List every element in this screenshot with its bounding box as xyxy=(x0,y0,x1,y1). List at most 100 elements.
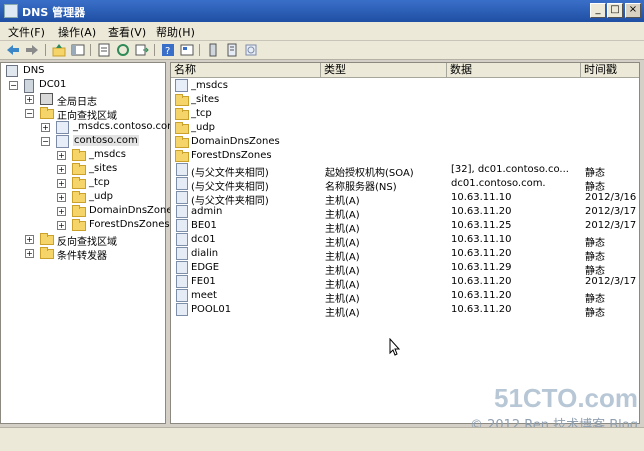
list-row[interactable]: dc01 主机(A) 10.63.11.10 静态 xyxy=(171,233,639,249)
expand-icon[interactable]: + xyxy=(57,221,66,230)
list-row[interactable]: EDGE 主机(A) 10.63.11.29 静态 xyxy=(171,261,639,277)
expand-icon[interactable]: + xyxy=(57,193,66,202)
forward-icon[interactable] xyxy=(24,42,40,58)
expand-icon[interactable]: + xyxy=(25,95,34,104)
list-row[interactable]: (与父文件夹相同) 主机(A) 10.63.11.10 2012/3/16 : xyxy=(171,191,639,207)
toolbar: ? xyxy=(0,41,644,60)
expand-icon[interactable]: + xyxy=(25,235,34,244)
list-row[interactable]: (与父文件夹相同) 名称服务器(NS) dc01.contoso.com. 静态 xyxy=(171,177,639,193)
folder-icon xyxy=(175,150,189,162)
folder-icon xyxy=(175,122,189,134)
list-row[interactable]: _sites xyxy=(171,93,639,107)
cell-name: _udp xyxy=(191,122,216,133)
tree-label: DomainDnsZones xyxy=(89,205,178,216)
list-icon[interactable] xyxy=(224,42,240,58)
server-icon[interactable] xyxy=(205,42,221,58)
back-icon[interactable] xyxy=(5,42,21,58)
menu-help[interactable]: 帮助(H) xyxy=(156,24,195,40)
expand-icon[interactable]: + xyxy=(57,165,66,174)
cell-timestamp: 静态 xyxy=(585,308,605,319)
folder-icon xyxy=(72,177,86,189)
minimize-button[interactable]: _ xyxy=(590,3,606,18)
folder-icon xyxy=(175,136,189,148)
menu-bar: 文件(F) 操作(A) 查看(V) 帮助(H) xyxy=(0,22,644,41)
title-bar: DNS 管理器 _ □ × xyxy=(0,0,644,22)
record-icon xyxy=(176,233,188,246)
list-row[interactable]: BE01 主机(A) 10.63.11.25 2012/3/17 xyxy=(171,219,639,235)
column-header-timestamp[interactable]: 时间戳 xyxy=(581,63,639,78)
status-bar xyxy=(0,427,644,451)
record-icon xyxy=(176,275,188,288)
list-row[interactable]: dialin 主机(A) 10.63.11.20 静态 xyxy=(171,247,639,263)
column-header-name[interactable]: 名称 xyxy=(171,63,321,78)
cell-data: 10.63.11.20 xyxy=(451,290,512,301)
menu-action[interactable]: 操作(A) xyxy=(58,24,96,40)
properties-icon[interactable] xyxy=(96,42,112,58)
help-icon[interactable]: ? xyxy=(160,42,176,58)
refresh-icon[interactable] xyxy=(115,42,131,58)
tree-label: DNS xyxy=(23,65,45,76)
record-icon xyxy=(176,163,188,176)
column-header-data[interactable]: 数据 xyxy=(447,63,581,78)
list-row[interactable]: _udp xyxy=(171,121,639,135)
cell-data: 10.63.11.29 xyxy=(451,262,512,273)
menu-file[interactable]: 文件(F) xyxy=(8,24,45,40)
folder-icon xyxy=(40,107,54,119)
watermark: 51CTO.com © 2012 Ren 技术博客 Blog xyxy=(470,383,638,433)
cell-name: admin xyxy=(191,206,223,217)
cell-name: EDGE xyxy=(191,262,220,273)
folder-icon xyxy=(175,94,189,106)
zone-icon xyxy=(56,135,69,148)
cell-type: 主机(A) xyxy=(325,308,360,319)
maximize-button[interactable]: □ xyxy=(607,3,623,18)
list-row[interactable]: DomainDnsZones xyxy=(171,135,639,149)
cell-name: FE01 xyxy=(191,276,216,287)
expand-icon[interactable]: + xyxy=(41,123,50,132)
cell-data: 10.63.11.25 xyxy=(451,220,512,231)
up-icon[interactable] xyxy=(51,42,67,58)
close-button[interactable]: × xyxy=(625,3,641,18)
list-row[interactable]: admin 主机(A) 10.63.11.20 2012/3/17 xyxy=(171,205,639,221)
toolbar-separator xyxy=(154,44,155,56)
expand-icon[interactable]: + xyxy=(57,151,66,160)
folder-icon xyxy=(72,149,86,161)
tree-label: ForestDnsZones xyxy=(89,219,170,230)
collapse-icon[interactable]: − xyxy=(25,109,34,118)
cell-name: _tcp xyxy=(191,108,212,119)
details-icon[interactable] xyxy=(179,42,195,58)
cell-name: POOL01 xyxy=(191,304,232,315)
cell-name: _msdcs xyxy=(191,80,229,91)
tree-label: DC01 xyxy=(39,79,67,90)
collapse-icon[interactable]: − xyxy=(9,81,18,90)
expand-icon[interactable]: + xyxy=(25,249,34,258)
cell-data: 10.63.11.20 xyxy=(451,248,512,259)
cell-data: [32], dc01.contoso.co... xyxy=(451,164,569,175)
tree-label: 正向查找区域 xyxy=(57,111,117,122)
record-icon xyxy=(176,219,188,232)
list-row[interactable]: (与父文件夹相同) 起始授权机构(SOA) [32], dc01.contoso… xyxy=(171,163,639,179)
list-row[interactable]: _tcp xyxy=(171,107,639,121)
cell-name: BE01 xyxy=(191,220,217,231)
list-row[interactable]: _msdcs xyxy=(171,79,639,93)
column-header-type[interactable]: 类型 xyxy=(321,63,447,78)
export-icon[interactable] xyxy=(134,42,150,58)
collapse-icon[interactable]: − xyxy=(41,137,50,146)
show-tree-icon[interactable] xyxy=(70,42,86,58)
cell-name: ForestDnsZones xyxy=(191,150,272,161)
cell-timestamp: 2012/3/17 xyxy=(585,220,637,231)
cell-data: 10.63.11.20 xyxy=(451,304,512,315)
list-row[interactable]: POOL01 主机(A) 10.63.11.20 静态 xyxy=(171,303,639,319)
list-row[interactable]: meet 主机(A) 10.63.11.20 静态 xyxy=(171,289,639,305)
cell-name: dc01 xyxy=(191,234,216,245)
expand-icon[interactable]: + xyxy=(57,207,66,216)
zone-icon[interactable] xyxy=(243,42,259,58)
record-icon xyxy=(176,205,188,218)
menu-view[interactable]: 查看(V) xyxy=(108,24,146,40)
expand-icon[interactable]: + xyxy=(57,179,66,188)
cell-timestamp: 2012/3/17 xyxy=(585,276,637,287)
cell-name: DomainDnsZones xyxy=(191,136,280,147)
list-row[interactable]: ForestDnsZones xyxy=(171,149,639,163)
list-row[interactable]: FE01 主机(A) 10.63.11.20 2012/3/17 xyxy=(171,275,639,291)
toolbar-separator xyxy=(199,44,200,56)
svg-text:?: ? xyxy=(165,46,170,57)
